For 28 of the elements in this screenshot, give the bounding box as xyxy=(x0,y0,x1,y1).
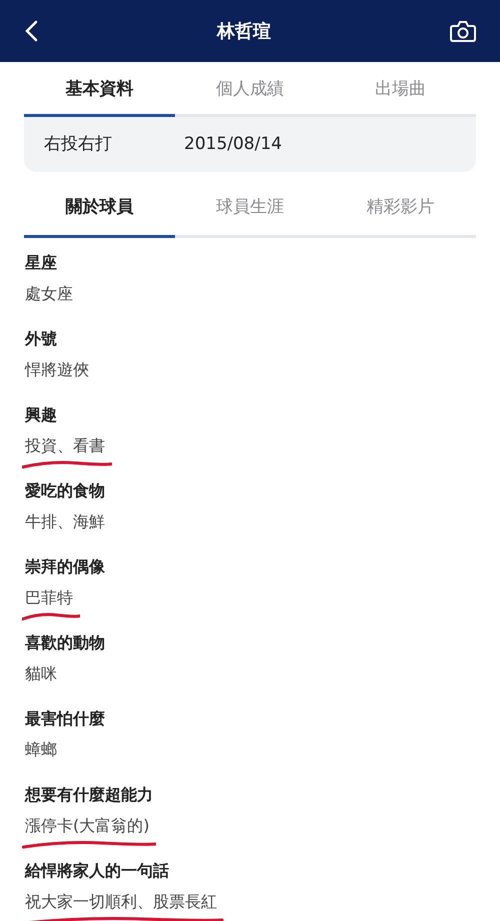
detail-label: 喜歡的動物 xyxy=(25,633,106,653)
tab[interactable]: 個人成績 xyxy=(174,62,326,117)
detail-value: 貓咪 xyxy=(25,664,57,684)
tab[interactable]: 關於球員 xyxy=(24,180,175,238)
detail-label: 星座 xyxy=(25,253,58,273)
detail-label: 愛吃的食物 xyxy=(25,481,106,501)
camera-icon[interactable] xyxy=(450,20,476,42)
detail-value: 巴菲特 xyxy=(25,588,73,608)
back-icon[interactable] xyxy=(24,20,38,42)
detail-label: 最害怕什麼 xyxy=(25,709,106,729)
detail-value: 祝大家一切順利、股票長紅 xyxy=(25,892,217,912)
detail-label: 崇拜的偶像 xyxy=(25,557,106,577)
detail-value: 投資、看書 xyxy=(25,436,105,456)
detail-value: 悍將遊俠 xyxy=(25,360,89,380)
detail-label: 給悍將家人的一句話 xyxy=(25,861,170,881)
detail-value: 處女座 xyxy=(25,284,73,304)
detail-value: 漲停卡(大富翁的) xyxy=(25,816,150,836)
summary-value: 2015/08/14 xyxy=(184,132,282,156)
tab[interactable]: 球員生涯 xyxy=(174,180,326,238)
detail-value: 蟑螂 xyxy=(25,740,57,760)
detail-label: 外號 xyxy=(25,329,58,349)
screen-title: 林哲瑄 xyxy=(217,20,271,44)
detail-value: 牛排、海鮮 xyxy=(25,512,105,532)
detail-label: 興趣 xyxy=(25,405,58,425)
detail-label: 想要有什麼超能力 xyxy=(25,785,154,805)
summary-value: 右投右打 xyxy=(44,132,113,156)
tab[interactable]: 出場曲 xyxy=(325,62,476,117)
tab[interactable]: 精彩影片 xyxy=(325,180,476,238)
